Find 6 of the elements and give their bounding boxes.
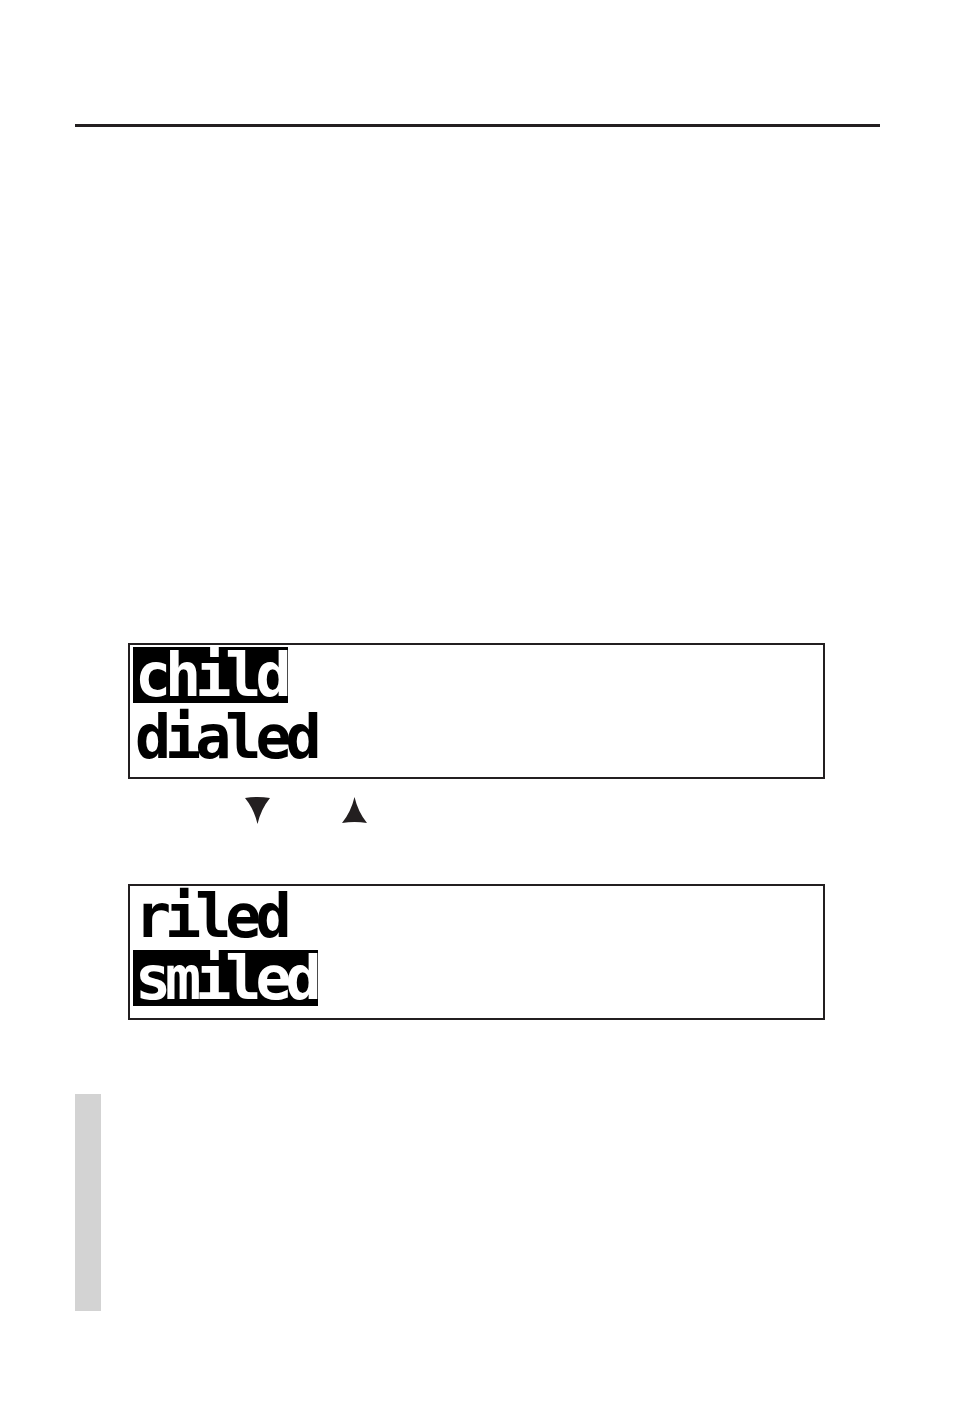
lcd-text: dialed — [134, 709, 318, 765]
up-triangle-icon — [342, 797, 367, 824]
down-triangle-icon — [245, 797, 270, 824]
lcd-text: smiled — [133, 950, 318, 1006]
lcd-text: riled — [134, 888, 287, 944]
lcd-text: child — [133, 647, 288, 703]
